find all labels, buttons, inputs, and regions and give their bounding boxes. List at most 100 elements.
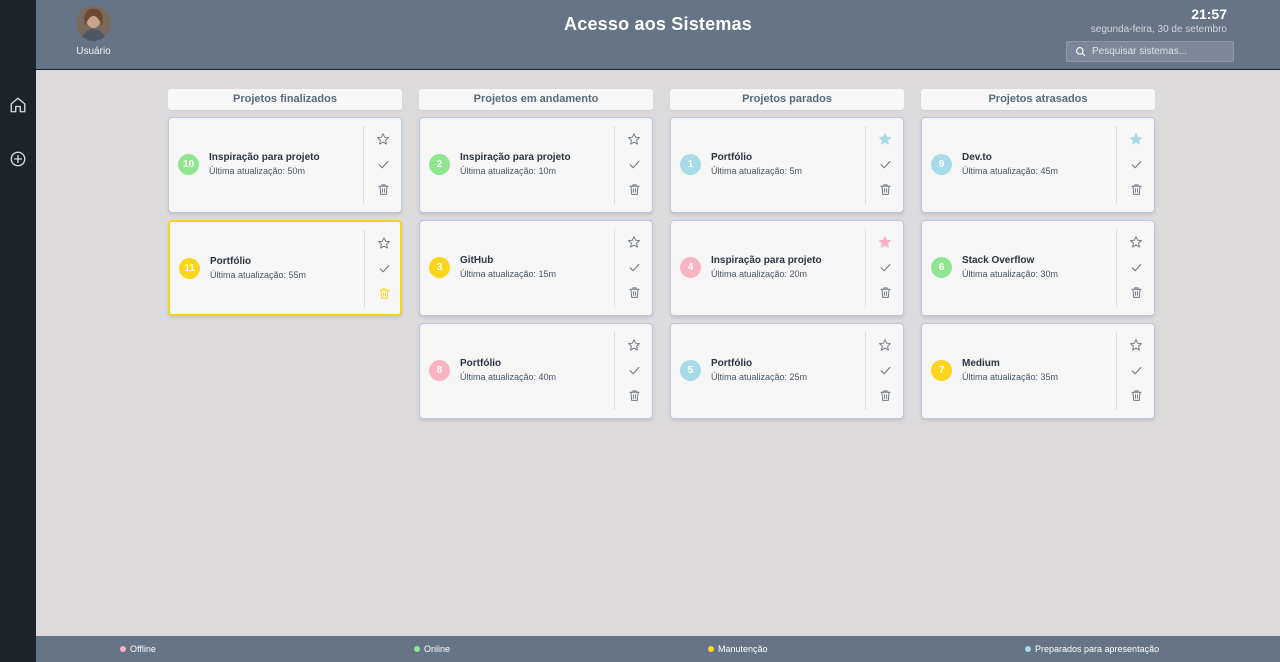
user-label: Usuário <box>76 46 111 57</box>
legend-item-online: Online <box>414 636 450 662</box>
star-icon <box>1130 236 1142 248</box>
card-divider <box>364 230 365 308</box>
legend-dot <box>120 646 126 652</box>
favorite-button[interactable] <box>877 131 893 147</box>
system-card[interactable]: 6 Stack Overflow Última atualização: 30m <box>921 220 1155 316</box>
legend-label: Offline <box>130 644 156 654</box>
card-title: Inspiração para projeto <box>460 152 571 163</box>
column: Projetos atrasados 9 Dev.to Última atualiza… <box>921 89 1155 426</box>
clock-date: segunda-feira, 30 de setembro <box>1090 24 1227 35</box>
status-number-badge: 11 <box>179 258 200 279</box>
favorite-button[interactable] <box>877 337 893 353</box>
status-number-badge: 4 <box>680 257 701 278</box>
delete-button[interactable] <box>877 284 893 300</box>
home-icon <box>10 97 26 113</box>
favorite-button[interactable] <box>626 131 642 147</box>
delete-button[interactable] <box>376 285 392 301</box>
star-icon <box>879 236 891 248</box>
system-card[interactable]: 7 Medium Última atualização: 35m <box>921 323 1155 419</box>
card-last-update: Última atualização: 55m <box>210 270 307 280</box>
card-title: Portfólio <box>711 152 753 163</box>
complete-button[interactable] <box>1128 362 1144 378</box>
legend-item-maintenance: Manutenção <box>708 636 768 662</box>
favorite-button[interactable] <box>626 337 642 353</box>
trash-icon <box>378 287 390 299</box>
delete-button[interactable] <box>877 387 893 403</box>
complete-button[interactable] <box>626 362 642 378</box>
delete-button[interactable] <box>626 284 642 300</box>
legend-label: Preparados para apresentação <box>1035 644 1160 654</box>
trash-icon <box>1130 286 1142 298</box>
card-last-update: Última atualização: 20m <box>711 269 808 279</box>
complete-button[interactable] <box>877 362 893 378</box>
legend-item-presentation-ready: Preparados para apresentação <box>1025 636 1159 662</box>
favorite-button[interactable] <box>1128 234 1144 250</box>
status-legend: Offline Online Manutenção Preparados par… <box>36 636 1280 662</box>
favorite-button[interactable] <box>375 131 391 147</box>
complete-button[interactable] <box>1128 156 1144 172</box>
system-card[interactable]: 10 Inspiração para projeto Última atualiza… <box>168 117 402 213</box>
status-number-badge: 5 <box>680 360 701 381</box>
complete-button[interactable] <box>626 156 642 172</box>
delete-button[interactable] <box>626 181 642 197</box>
status-number-badge: 8 <box>429 360 450 381</box>
card-title: Dev.to <box>962 152 992 163</box>
favorite-button[interactable] <box>626 234 642 250</box>
delete-button[interactable] <box>375 181 391 197</box>
favorite-button[interactable] <box>376 235 392 251</box>
complete-button[interactable] <box>375 156 391 172</box>
delete-button[interactable] <box>1128 387 1144 403</box>
check-icon <box>880 263 890 271</box>
card-last-update: Última atualização: 45m <box>962 166 1059 176</box>
add-system-button[interactable] <box>5 146 31 172</box>
board: Projetos finalizados 10 Inspiração para pr… <box>168 89 1155 426</box>
status-number-badge: 3 <box>429 257 450 278</box>
delete-button[interactable] <box>877 181 893 197</box>
legend-dot <box>708 646 714 652</box>
legend-label: Manutenção <box>718 644 768 654</box>
complete-button[interactable] <box>376 260 392 276</box>
favorite-button[interactable] <box>877 234 893 250</box>
favorite-button[interactable] <box>1128 337 1144 353</box>
card-divider <box>865 126 866 204</box>
delete-button[interactable] <box>1128 181 1144 197</box>
card-last-update: Última atualização: 25m <box>711 372 808 382</box>
system-card[interactable]: 9 Dev.to Última atualização: 45m <box>921 117 1155 213</box>
trash-icon <box>879 183 891 195</box>
card-divider <box>614 126 615 204</box>
complete-button[interactable] <box>626 259 642 275</box>
trash-icon <box>879 286 891 298</box>
card-title: Medium <box>962 358 1000 369</box>
trash-icon <box>628 183 640 195</box>
card-last-update: Última atualização: 50m <box>209 166 306 176</box>
system-card[interactable]: 4 Inspiração para projeto Última atualizaç… <box>670 220 904 316</box>
complete-button[interactable] <box>877 259 893 275</box>
star-icon <box>377 133 389 145</box>
delete-button[interactable] <box>1128 284 1144 300</box>
card-last-update: Última atualização: 15m <box>460 269 557 279</box>
column-header: Projetos finalizados <box>168 89 402 110</box>
card-divider <box>363 126 364 204</box>
system-card[interactable]: 8 Portfólio Última atualização: 40m <box>419 323 653 419</box>
system-card[interactable]: 1 Portfólio Última atualização: 5m <box>670 117 904 213</box>
card-last-update: Última atualização: 10m <box>460 166 557 176</box>
legend-dot <box>414 646 420 652</box>
status-number-badge: 2 <box>429 154 450 175</box>
card-last-update: Última atualização: 40m <box>460 372 557 382</box>
complete-button[interactable] <box>1128 259 1144 275</box>
card-last-update: Última atualização: 35m <box>962 372 1059 382</box>
delete-button[interactable] <box>626 387 642 403</box>
system-card[interactable]: 3 GitHub Última atualização: 15m <box>419 220 653 316</box>
search-input[interactable] <box>1092 46 1232 57</box>
system-card[interactable]: 5 Portfólio Última atualização: 25m <box>670 323 904 419</box>
check-icon <box>379 264 389 272</box>
system-card[interactable]: 11 Portfólio Última atualização: 55m <box>168 220 402 316</box>
favorite-button[interactable] <box>1128 131 1144 147</box>
card-title: Inspiração para projeto <box>209 152 320 163</box>
check-icon <box>1131 160 1141 168</box>
home-button[interactable] <box>5 92 31 118</box>
system-card[interactable]: 2 Inspiração para projeto Última atualizaç… <box>419 117 653 213</box>
check-icon <box>1131 366 1141 374</box>
search-box[interactable] <box>1066 41 1234 62</box>
complete-button[interactable] <box>877 156 893 172</box>
